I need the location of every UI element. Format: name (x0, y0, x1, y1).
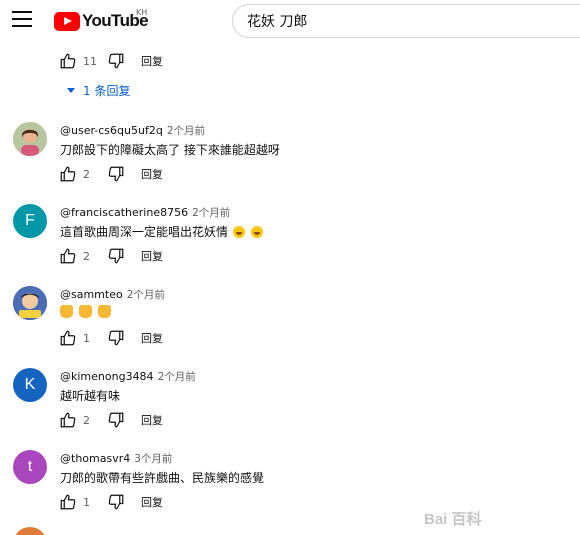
comment-header: @sammteo 2个月前 (60, 287, 165, 302)
reply-button[interactable]: 回复 (141, 166, 163, 182)
comment-actions: 11 回复 (59, 51, 163, 71)
top-bar: YouTube KH 花妖 刀郎 (0, 0, 580, 40)
comment-header: @kimenong3484 2个月前 (60, 369, 196, 384)
thumbs-down-icon (108, 494, 124, 510)
youtube-play-icon (54, 11, 80, 31)
like-button[interactable]: 1 (59, 329, 97, 347)
search-query: 花妖 刀郎 (247, 14, 308, 30)
thumbs-up-icon (60, 330, 76, 346)
cartoon-avatar-icon (13, 286, 47, 320)
comment-item: @user-cs6qu5uf2q 2个月前 刀郎設下的障礙太高了 接下來誰能超越呀… (0, 122, 580, 204)
reply-button[interactable]: 回复 (141, 330, 163, 346)
avatar[interactable] (13, 286, 47, 320)
avatar[interactable]: t (13, 450, 47, 484)
comment-author[interactable]: @franciscatherine8756 (60, 206, 188, 219)
comment-header: @user-cs6qu5uf2q 2个月前 (60, 123, 205, 138)
thumbs-up-icon (60, 166, 76, 182)
like-button[interactable]: 2 (59, 411, 97, 429)
comment-time[interactable]: 2个月前 (158, 371, 196, 383)
like-count: 2 (83, 413, 90, 427)
thumbs-up-icon (60, 53, 76, 69)
comment-time[interactable]: 2个月前 (167, 125, 205, 137)
reply-button[interactable]: 回复 (141, 412, 163, 428)
dislike-button[interactable] (107, 411, 125, 429)
youtube-logo[interactable]: YouTube KH (54, 8, 149, 32)
thumbs-down-icon (108, 412, 124, 428)
avatar[interactable]: K (13, 368, 47, 402)
like-count: 11 (83, 54, 97, 68)
thumbs-up-icon (60, 412, 76, 428)
comment-text-container: 這首歌曲周深一定能唱出花妖情 (60, 223, 264, 240)
comment-actions: 2 回复 (59, 410, 163, 430)
comment-time[interactable]: 2个月前 (192, 207, 230, 219)
comment-item: @sammteo 2个月前 1 回复 (0, 286, 580, 368)
laughing-emoji-icon (250, 226, 263, 238)
comment-author[interactable]: @user-cs6qu5uf2q (60, 124, 163, 137)
baidu-watermark: Bai 百科 (424, 511, 482, 528)
comment-author[interactable]: @kimenong3484 (60, 370, 154, 383)
chevron-down-icon (67, 88, 75, 93)
like-button[interactable]: 1 (59, 493, 97, 511)
comment-actions: 2 回复 (59, 246, 163, 266)
thumbs-down-icon (108, 248, 124, 264)
comment-text: 越听越有味 (60, 389, 121, 403)
region-code: KH (136, 8, 148, 17)
replies-toggle-button[interactable]: 1 条回复 (64, 82, 130, 99)
like-count: 2 (83, 167, 90, 181)
avatar-letter: t (27, 458, 33, 475)
like-count: 2 (83, 249, 90, 263)
reply-button[interactable]: 回复 (141, 53, 163, 69)
dislike-button[interactable] (107, 165, 125, 183)
thumbs-up-emoji-icon (78, 305, 92, 318)
dislike-button[interactable] (107, 329, 125, 347)
comment-time[interactable]: 2个月前 (127, 289, 165, 301)
comment-text: 這首歌曲周深一定能唱出花妖情 (60, 225, 229, 239)
comment-text-container (60, 305, 113, 319)
thumbs-up-emoji-icon (97, 305, 111, 318)
menu-icon[interactable] (12, 11, 32, 29)
search-input[interactable]: 花妖 刀郎 (232, 4, 580, 38)
avatar-letter: K (24, 376, 36, 393)
comment-item: K @kimenong3484 2个月前 越听越有味 2 回复 (0, 368, 580, 450)
comment-actions: 1 回复 (59, 328, 163, 348)
comment-actions: 1 回复 (59, 492, 163, 512)
like-button[interactable]: 2 (59, 247, 97, 265)
dislike-button[interactable] (107, 247, 125, 265)
comment-item: t @thomasvr4 3个月前 刀郎的歌帶有些許戲曲、民族樂的感覺 1 回复 (0, 450, 580, 532)
like-button[interactable]: 11 (59, 52, 97, 70)
comment-item: F @franciscatherine8756 2个月前 這首歌曲周深一定能唱出花… (0, 204, 580, 286)
reply-button[interactable]: 回复 (141, 248, 163, 264)
comment-author[interactable]: @thomasvr4 (60, 452, 130, 465)
reply-button[interactable]: 回复 (141, 494, 163, 510)
comment-time[interactable]: 3个月前 (134, 453, 172, 465)
comment-header: @franciscatherine8756 2个月前 (60, 205, 230, 220)
avatar[interactable] (13, 122, 47, 156)
replies-toggle-label: 1 条回复 (83, 84, 131, 98)
comment-text: 刀郎的歌帶有些許戲曲、民族樂的感覺 (60, 471, 265, 485)
user-photo-icon (13, 122, 47, 156)
like-button[interactable]: 2 (59, 165, 97, 183)
comment-text: 刀郎設下的障礙太高了 接下來誰能超越呀 (60, 143, 280, 157)
comment-author[interactable]: @sammteo (60, 288, 123, 301)
dislike-button[interactable] (107, 493, 125, 511)
like-count: 1 (83, 495, 90, 509)
thumbs-down-icon (108, 53, 124, 69)
avatar[interactable]: F (13, 204, 47, 238)
laughing-emoji-icon (232, 226, 245, 238)
comment-header: @thomasvr4 3个月前 (60, 451, 172, 466)
like-count: 1 (83, 331, 90, 345)
avatar-letter: F (25, 212, 35, 229)
thumbs-down-icon (108, 166, 124, 182)
thumbs-up-icon (60, 248, 76, 264)
thumbs-down-icon (108, 330, 124, 346)
dislike-button[interactable] (107, 52, 125, 70)
thumbs-up-icon (60, 494, 76, 510)
comment-actions: 2 回复 (59, 164, 163, 184)
thumbs-up-emoji-icon (60, 305, 73, 318)
